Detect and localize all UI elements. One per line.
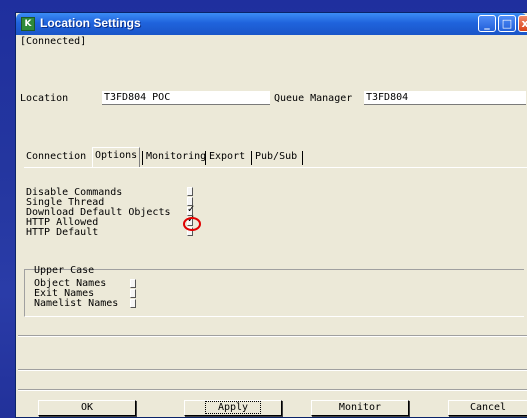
minimize-icon[interactable]: _ xyxy=(478,15,496,32)
upper-case-group xyxy=(24,269,524,317)
tab-divider xyxy=(302,151,303,165)
upper-case-title: Upper Case xyxy=(34,265,95,276)
maximize-icon[interactable]: □ xyxy=(498,15,516,32)
tab-pubsub[interactable]: Pub/Sub xyxy=(253,149,299,166)
tab-options[interactable]: Options xyxy=(92,147,141,167)
location-label: Location xyxy=(20,93,69,104)
ok-button[interactable]: OK xyxy=(38,400,136,416)
exit-names-checkbox[interactable] xyxy=(130,289,136,298)
tab-divider xyxy=(251,151,252,165)
title-bar[interactable]: K Location Settings _ □ x xyxy=(16,13,527,35)
tab-connection[interactable]: Connection xyxy=(24,149,88,166)
tab-panel-border xyxy=(24,167,527,168)
divider xyxy=(18,369,527,371)
object-names-checkbox[interactable] xyxy=(130,279,136,288)
highlight-circle xyxy=(183,217,201,231)
divider xyxy=(18,335,527,337)
cancel-button[interactable]: Cancel xyxy=(448,400,527,416)
tab-monitoring[interactable]: Monitoring xyxy=(144,149,208,166)
queue-manager-label: Queue Manager xyxy=(274,93,353,104)
tab-divider xyxy=(205,151,206,165)
divider xyxy=(18,389,527,391)
option-label-http-default: HTTP Default xyxy=(26,227,99,238)
queue-manager-field[interactable]: T3FD804 xyxy=(364,91,526,105)
namelist-names-label: Namelist Names xyxy=(34,298,119,309)
disable-commands-checkbox[interactable] xyxy=(187,187,193,196)
namelist-names-checkbox[interactable] xyxy=(130,299,136,308)
location-settings-window: K Location Settings _ □ x [Connected] Lo… xyxy=(15,12,527,418)
tab-divider xyxy=(142,151,143,165)
close-icon[interactable]: x xyxy=(518,15,527,32)
connection-status: [Connected] xyxy=(20,36,87,47)
app-icon: K xyxy=(21,17,35,31)
apply-button[interactable]: Apply xyxy=(184,400,282,416)
window-title: Location Settings xyxy=(40,16,141,30)
location-field[interactable]: T3FD804 POC xyxy=(102,91,270,105)
apply-button-label: Apply xyxy=(204,401,262,414)
monitor-button[interactable]: Monitor xyxy=(311,400,409,416)
tab-export[interactable]: Export xyxy=(207,149,247,166)
